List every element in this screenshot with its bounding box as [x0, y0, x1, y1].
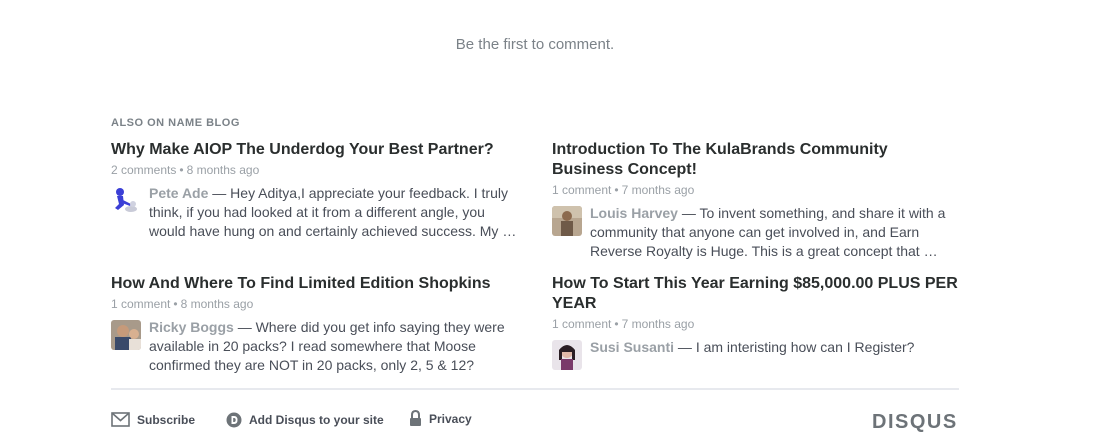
recommendation-meta: 1 comment • 7 months ago	[552, 183, 962, 198]
meta-separator: •	[614, 183, 619, 197]
recommendations-heading: ALSO ON NAME BLOG	[111, 117, 240, 129]
comment-snippet[interactable]: Ricky Boggs — Where did you get info say…	[149, 318, 519, 375]
lock-icon	[410, 410, 421, 426]
blue-figure-avatar-icon[interactable]	[111, 186, 141, 216]
recommendation-meta: 1 comment • 7 months ago	[552, 317, 962, 332]
subscribe-link[interactable]: Subscribe	[111, 412, 195, 427]
empty-comments-message: Be the first to comment.	[455, 36, 615, 53]
post-age: 7 months ago	[621, 183, 695, 197]
comment-count[interactable]: 1 comment	[552, 317, 611, 331]
privacy-label: Privacy	[429, 411, 472, 426]
post-age: 8 months ago	[180, 297, 254, 311]
recommendation-title-link[interactable]: How To Start This Year Earning $85,000.0…	[552, 274, 962, 314]
meta-separator: •	[173, 297, 178, 311]
post-age: 8 months ago	[186, 163, 260, 177]
subscribe-label: Subscribe	[137, 412, 196, 427]
recommendation-meta: 2 comments • 8 months ago	[111, 163, 521, 178]
photo-avatar-icon[interactable]	[111, 320, 141, 350]
add-disqus-link[interactable]: Add Disqus to your site	[226, 412, 384, 428]
comment-author[interactable]: Ricky Boggs	[149, 319, 234, 335]
comment-count[interactable]: 1 comment	[552, 183, 611, 197]
privacy-link[interactable]: Privacy	[409, 410, 472, 427]
recommendation-card: Introduction To The KulaBrands Community…	[552, 140, 962, 261]
recommendation-title-link[interactable]: Why Make AIOP The Underdog Your Best Par…	[111, 140, 521, 160]
comment-count[interactable]: 2 comments	[111, 163, 176, 177]
snippet-dash: —	[677, 339, 692, 355]
comment-snippet[interactable]: Louis Harvey — To invent something, and …	[590, 204, 960, 261]
recommendation-card: How To Start This Year Earning $85,000.0…	[552, 274, 962, 370]
comment-count[interactable]: 1 comment	[111, 297, 170, 311]
recommendation-card: Why Make AIOP The Underdog Your Best Par…	[111, 140, 521, 241]
photo-avatar-icon[interactable]	[552, 206, 582, 236]
add-disqus-label: Add Disqus to your site	[249, 413, 384, 427]
snippet-dash: —	[212, 185, 227, 201]
recommendation-meta: 1 comment • 8 months ago	[111, 297, 521, 312]
post-age: 7 months ago	[621, 317, 695, 331]
recommendation-card: How And Where To Find Limited Edition Sh…	[111, 274, 521, 375]
recommendation-title-link[interactable]: Introduction To The KulaBrands Community…	[552, 140, 912, 180]
snippet-dash: —	[681, 205, 696, 221]
snippet-text: I am interisting how can I Register?	[695, 339, 915, 355]
envelope-icon	[111, 412, 130, 427]
comment-author[interactable]: Louis Harvey	[590, 205, 678, 221]
comment-author[interactable]: Pete Ade	[149, 185, 208, 201]
disqus-d-icon	[226, 412, 242, 428]
recommendation-title-link[interactable]: How And Where To Find Limited Edition Sh…	[111, 274, 521, 294]
snippet-dash: —	[237, 319, 252, 335]
footer-divider	[111, 388, 959, 390]
comment-author[interactable]: Susi Susanti	[590, 339, 674, 355]
meta-separator: •	[179, 163, 184, 177]
comment-snippet[interactable]: Pete Ade — Hey Aditya,I appreciate your …	[149, 184, 519, 241]
comment-snippet[interactable]: Susi Susanti — I am interisting how can …	[590, 338, 960, 370]
meta-separator: •	[614, 317, 619, 331]
photo-avatar-icon[interactable]	[552, 340, 582, 370]
disqus-logo[interactable]: DISQUS	[872, 411, 958, 434]
